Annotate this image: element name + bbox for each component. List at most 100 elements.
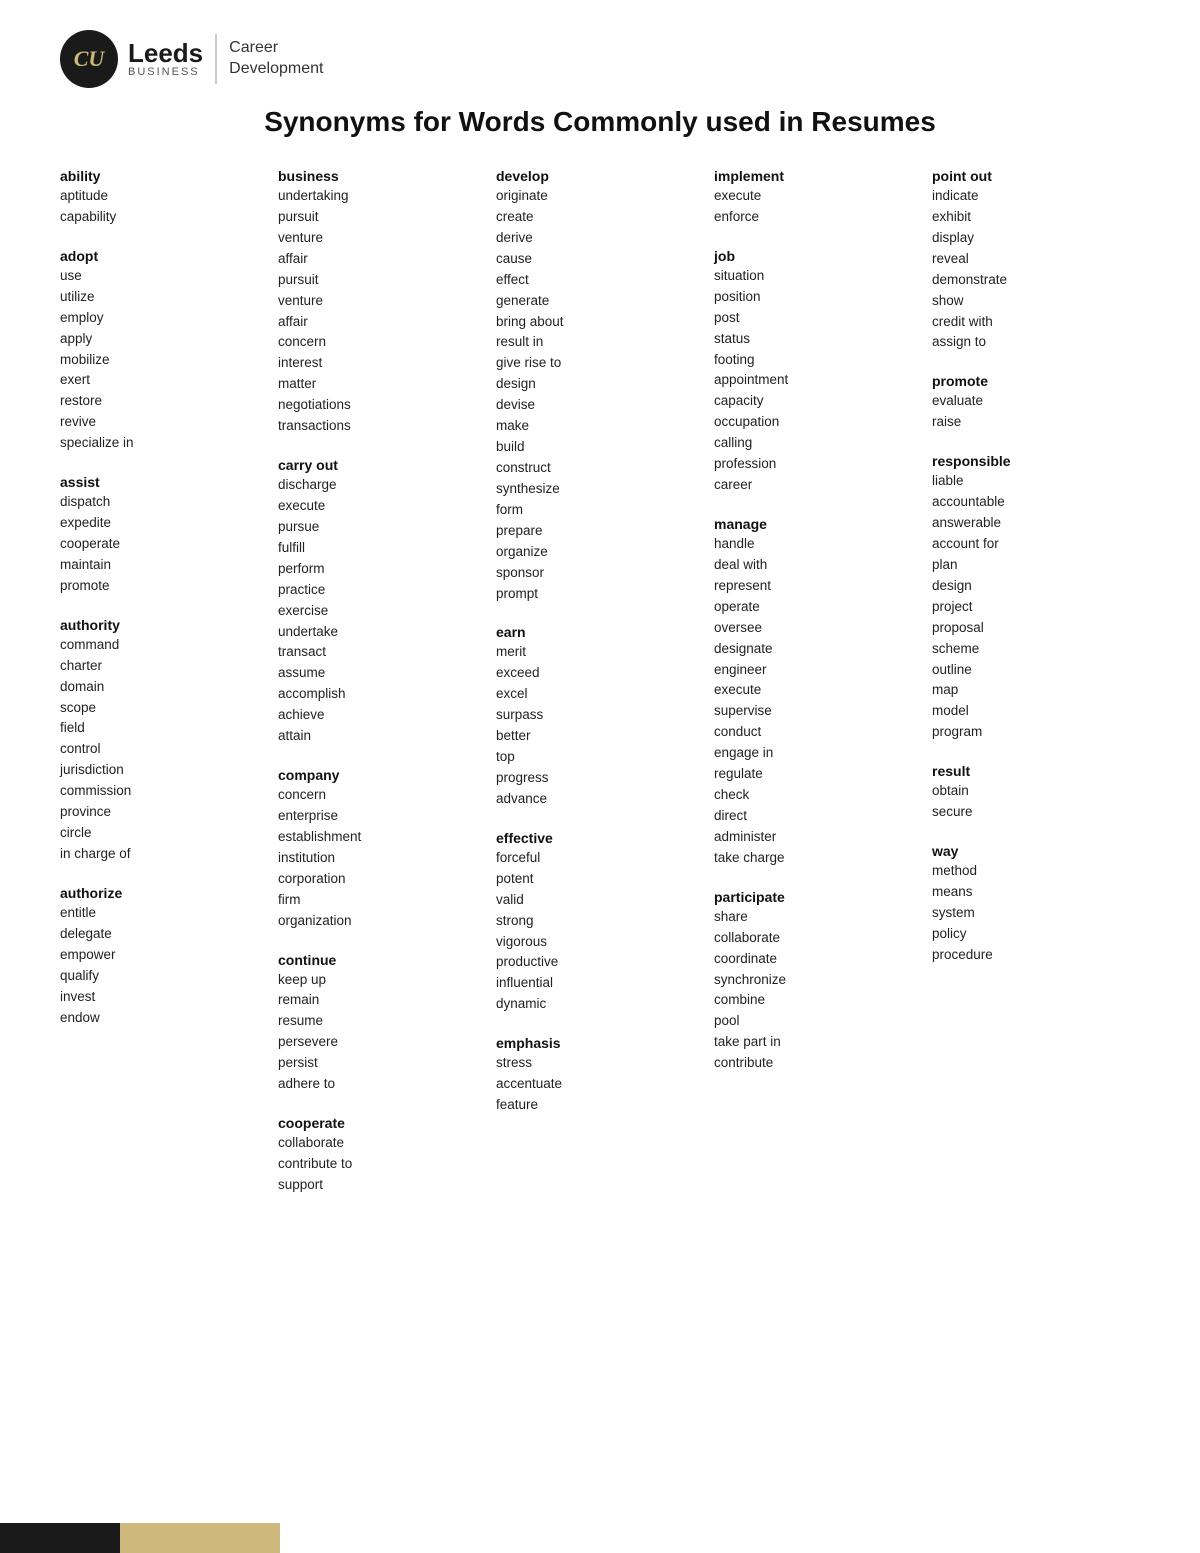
synonym-item: create [496, 207, 704, 228]
word-heading: business [278, 168, 339, 184]
word-heading: continue [278, 952, 336, 968]
synonym-item: plan [932, 555, 1140, 576]
synonym-item: execute [714, 680, 922, 701]
word-group: businessundertakingpursuitventureaffairp… [278, 168, 486, 437]
word-group: earnmeritexceedexcelsurpassbettertopprog… [496, 624, 704, 809]
footer-black [0, 1523, 120, 1553]
logo-development-text: Development [229, 59, 323, 80]
synonym-item: use [60, 266, 268, 287]
word-heading: authority [60, 617, 120, 633]
synonym-item: design [932, 576, 1140, 597]
synonym-item: delegate [60, 924, 268, 945]
synonym-item: firm [278, 890, 486, 911]
synonym-item: share [714, 907, 922, 928]
synonym-item: model [932, 701, 1140, 722]
synonym-item: accountable [932, 492, 1140, 513]
synonym-item: profession [714, 454, 922, 475]
synonym-item: exercise [278, 601, 486, 622]
synonym-item: devise [496, 395, 704, 416]
synonym-item: maintain [60, 555, 268, 576]
word-group: responsibleliableaccountableanswerableac… [932, 453, 1140, 743]
word-group: developoriginatecreatederivecauseeffectg… [496, 168, 704, 604]
synonym-item: support [278, 1175, 486, 1196]
synonym-item: endow [60, 1008, 268, 1029]
word-heading: carry out [278, 457, 338, 473]
synonym-item: charter [60, 656, 268, 677]
word-group: carry outdischargeexecutepursuefulfillpe… [278, 457, 486, 747]
synonym-item: answerable [932, 513, 1140, 534]
synonym-item: capacity [714, 391, 922, 412]
page-title: Synonyms for Words Commonly used in Resu… [60, 106, 1140, 138]
synonym-item: operate [714, 597, 922, 618]
footer-gold [120, 1523, 280, 1553]
word-group: companyconcernenterpriseestablishmentins… [278, 767, 486, 931]
synonym-item: affair [278, 249, 486, 270]
synonym-item: affair [278, 312, 486, 333]
logo-leeds-text: Leeds [128, 40, 203, 66]
synonym-item: venture [278, 228, 486, 249]
synonym-item: construct [496, 458, 704, 479]
synonym-item: prepare [496, 521, 704, 542]
synonym-item: result in [496, 332, 704, 353]
synonym-item: assume [278, 663, 486, 684]
header: CU Leeds BUSINESS Career Development [60, 30, 1140, 88]
synonym-item: display [932, 228, 1140, 249]
synonym-item: control [60, 739, 268, 760]
synonym-item: utilize [60, 287, 268, 308]
synonym-item: deal with [714, 555, 922, 576]
synonym-item: attain [278, 726, 486, 747]
synonym-item: handle [714, 534, 922, 555]
synonym-item: apply [60, 329, 268, 350]
synonym-item: raise [932, 412, 1140, 433]
synonym-item: project [932, 597, 1140, 618]
word-group: resultobtainsecure [932, 763, 1140, 823]
synonym-item: specialize in [60, 433, 268, 454]
synonym-item: regulate [714, 764, 922, 785]
synonym-item: aptitude [60, 186, 268, 207]
word-heading: promote [932, 373, 988, 389]
synonym-item: combine [714, 990, 922, 1011]
synonym-item: undertaking [278, 186, 486, 207]
column-1: abilityaptitudecapabilityadoptuseutilize… [60, 168, 268, 1048]
synonym-item: practice [278, 580, 486, 601]
synonym-item: organization [278, 911, 486, 932]
synonym-item: command [60, 635, 268, 656]
word-group: managehandledeal withrepresentoperateove… [714, 516, 922, 869]
synonym-item: outline [932, 660, 1140, 681]
synonym-item: represent [714, 576, 922, 597]
synonym-item: concern [278, 332, 486, 353]
logo-career-block: Career Development [229, 38, 323, 80]
synonym-item: give rise to [496, 353, 704, 374]
synonym-item: synthesize [496, 479, 704, 500]
synonym-item: secure [932, 802, 1140, 823]
synonym-item: engage in [714, 743, 922, 764]
word-group: cooperatecollaboratecontribute tosupport [278, 1115, 486, 1196]
synonym-item: pursue [278, 517, 486, 538]
synonym-item: show [932, 291, 1140, 312]
synonym-item: expedite [60, 513, 268, 534]
synonym-item: productive [496, 952, 704, 973]
synonym-item: demonstrate [932, 270, 1140, 291]
columns-container: abilityaptitudecapabilityadoptuseutilize… [60, 168, 1140, 1216]
word-heading: earn [496, 624, 526, 640]
synonym-item: keep up [278, 970, 486, 991]
synonym-item: contribute [714, 1053, 922, 1074]
word-group: authoritycommandcharterdomainscopefieldc… [60, 617, 268, 865]
page-content: CU Leeds BUSINESS Career Development Syn… [0, 0, 1200, 1296]
synonym-item: reveal [932, 249, 1140, 270]
synonym-item: indicate [932, 186, 1140, 207]
synonym-item: persevere [278, 1032, 486, 1053]
synonym-item: exceed [496, 663, 704, 684]
synonym-item: progress [496, 768, 704, 789]
synonym-item: direct [714, 806, 922, 827]
synonym-item: circle [60, 823, 268, 844]
synonym-item: mobilize [60, 350, 268, 371]
synonym-item: concern [278, 785, 486, 806]
synonym-item: check [714, 785, 922, 806]
synonym-item: pursuit [278, 270, 486, 291]
logo-business-text: BUSINESS [128, 66, 203, 78]
synonym-item: interest [278, 353, 486, 374]
synonym-item: sponsor [496, 563, 704, 584]
synonym-item: qualify [60, 966, 268, 987]
synonym-item: top [496, 747, 704, 768]
